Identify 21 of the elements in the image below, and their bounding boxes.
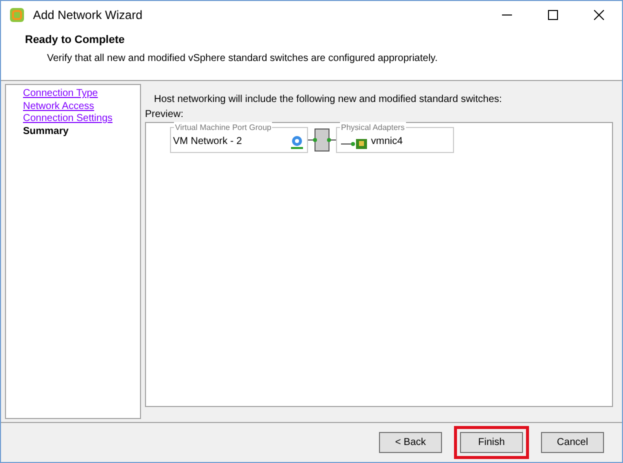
network-globe-icon [291,135,303,149]
group-legend: Physical Adapters [340,122,406,134]
network-card-icon [341,139,367,149]
adapter-name: vmnic4 [371,135,403,149]
page-subtitle: Verify that all new and modified vSphere standard switches are configured appropriately. [46,52,439,66]
step-link[interactable]: Connection Type [23,88,140,100]
port-group-name: VM Network - 2 [173,135,242,149]
maximize-icon [548,10,558,20]
step-link[interactable]: Summary [23,126,140,138]
step-link[interactable]: Network Access [23,100,140,113]
window-title: Add Network Wizard [33,6,142,24]
step-link[interactable]: Connection Settings [23,113,140,126]
wizard-button[interactable]: < Back [379,432,442,453]
preview-label: Preview: [145,108,184,122]
intro-text: Host networking will include the following new and modified standard switches: [153,93,503,107]
group-legend: Virtual Machine Port Group [174,122,272,134]
wizard-button[interactable]: Cancel [541,432,604,453]
app-logo-icon [9,6,25,22]
wizard-button[interactable]: Finish [460,432,523,453]
close-icon [594,10,604,20]
page-heading: Ready to Complete [25,33,126,48]
